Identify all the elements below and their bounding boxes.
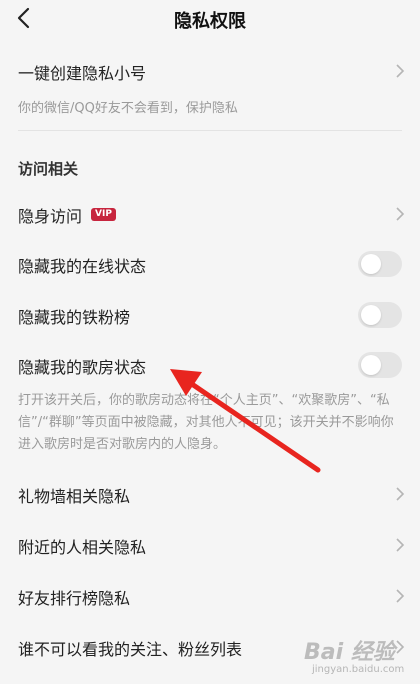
chevron-right-icon <box>396 207 405 221</box>
hide-room-toggle[interactable] <box>358 352 402 378</box>
toggle-knob <box>361 254 381 274</box>
hide-fans-toggle[interactable] <box>358 302 402 328</box>
toggle-knob <box>361 305 381 325</box>
hide-room-label: 隐藏我的歌房状态 <box>18 358 147 377</box>
create-private-account-row[interactable]: 一键创建隐私小号 <box>0 56 420 86</box>
watermark-url: jingyan.baidu.com <box>312 664 405 675</box>
chevron-right-icon <box>396 64 405 78</box>
watermark-text: Bai 经验 <box>304 640 395 665</box>
hide-fans-row: 隐藏我的铁粉榜 <box>0 300 420 330</box>
page-title: 隐私权限 <box>174 11 246 32</box>
gift-wall-privacy-label: 礼物墙相关隐私 <box>18 487 131 506</box>
baidu-watermark-logo: Bai 经验 jingyan.baidu.com <box>300 628 418 680</box>
hide-fans-label: 隐藏我的铁粉榜 <box>18 308 131 327</box>
create-private-account-label: 一键创建隐私小号 <box>18 64 147 83</box>
section-title-access: 访问相关 <box>18 160 79 178</box>
hide-online-label: 隐藏我的在线状态 <box>18 257 147 276</box>
nearby-privacy-row[interactable]: 附近的人相关隐私 <box>0 530 420 560</box>
header-bar: 隐私权限 <box>0 0 420 36</box>
chevron-right-icon <box>396 538 405 552</box>
hide-online-toggle[interactable] <box>358 251 402 277</box>
divider <box>18 130 402 131</box>
toggle-knob <box>361 355 381 375</box>
room-status-description: 打开该开关后，你的歌房动态将在“个人主页”、“欢聚歌房”、“私信”/“群聊”等页… <box>18 393 394 452</box>
vip-badge: VIP <box>91 208 116 221</box>
create-private-account-subtext: 你的微信/QQ好友不会看到，保护隐私 <box>18 101 238 116</box>
friend-rank-privacy-label: 好友排行榜隐私 <box>18 589 131 608</box>
hide-online-row: 隐藏我的在线状态 <box>0 249 420 279</box>
stealth-visit-row[interactable]: 隐身访问 VIP <box>0 199 420 229</box>
nearby-privacy-label: 附近的人相关隐私 <box>18 538 147 557</box>
chevron-right-icon <box>396 589 405 603</box>
gift-wall-privacy-row[interactable]: 礼物墙相关隐私 <box>0 479 420 509</box>
hide-room-row: 隐藏我的歌房状态 <box>0 350 420 380</box>
chevron-right-icon <box>396 487 405 501</box>
friend-rank-privacy-row[interactable]: 好友排行榜隐私 <box>0 581 420 611</box>
stealth-visit-label: 隐身访问 <box>18 207 83 226</box>
follow-list-privacy-label: 谁不可以看我的关注、粉丝列表 <box>18 640 243 659</box>
